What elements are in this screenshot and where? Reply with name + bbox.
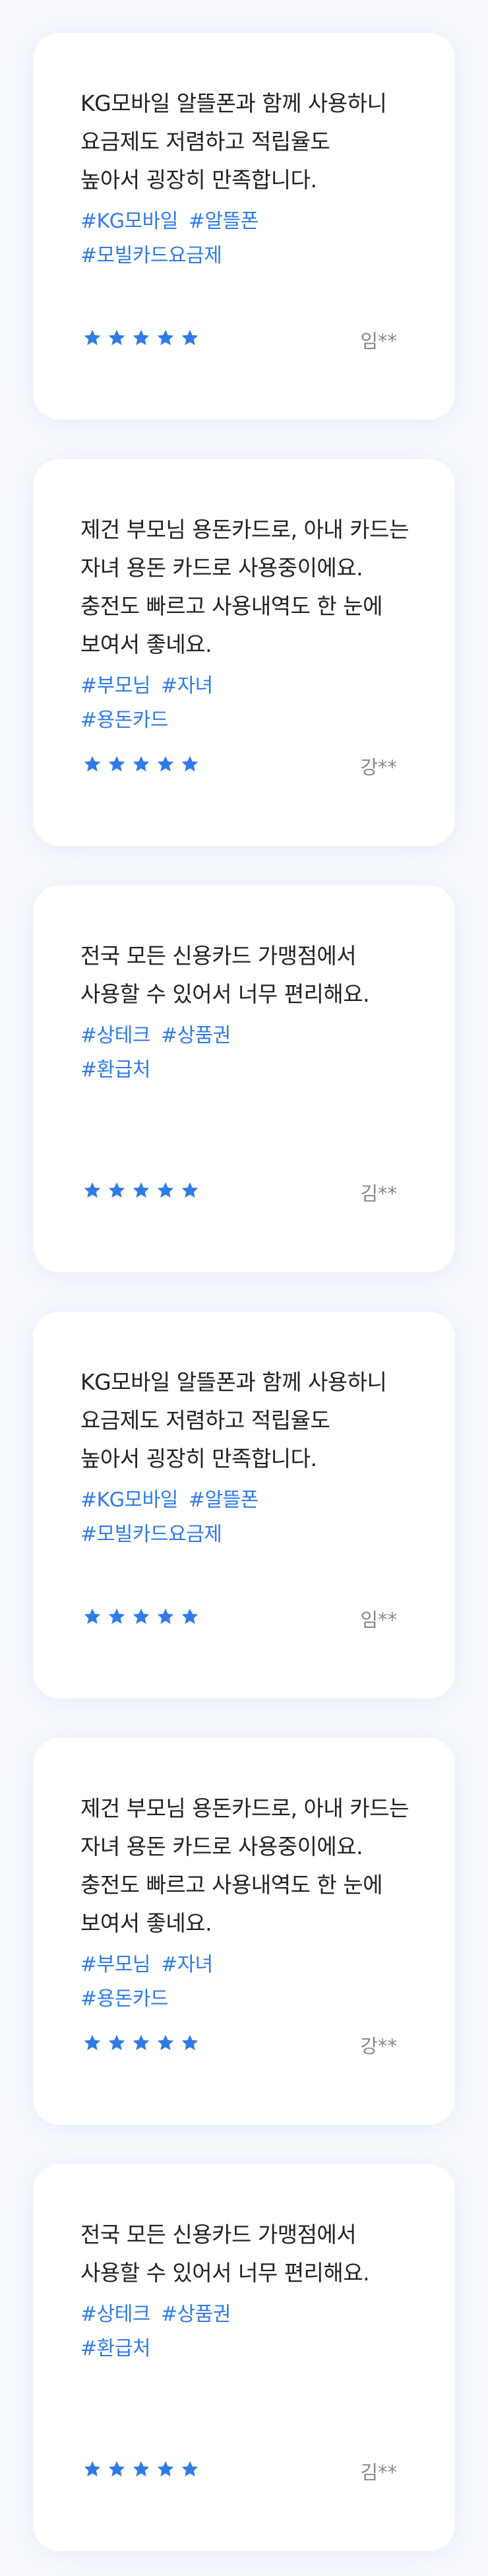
reviewer-name: 강**: [360, 756, 397, 779]
review-text-line: 사용할 수 있어서 너무 편리해요.: [80, 2260, 370, 2286]
hashtag-list: #상테크 #상품권 #환급처: [80, 2298, 298, 2366]
hashtag: #KG모바일: [80, 210, 178, 233]
hashtag: #모빌카드요금제: [80, 1523, 222, 1546]
star-icon: [133, 2034, 150, 2051]
review-card: 제건 부모님 용돈카드로, 아내 카드는자녀 용돈 카드로 사용중이에요. 충전도…: [33, 1738, 455, 2125]
review-card: 전국 모든 신용카드 가맹점에서 사용할 수 있어서 너무 편리해요. #상테크 #상…: [33, 2164, 455, 2551]
hashtag: #용돈카드: [80, 1987, 169, 2011]
star-icon: [84, 756, 101, 772]
hashtag: #상테크: [80, 2303, 150, 2326]
hashtag: #상품권: [160, 1024, 231, 1047]
review-text-line: 충전도 빠르고 사용내역도 한 눈에: [80, 593, 383, 619]
review-text-line: KG모바일 알뜰폰과 함께 사용하니: [80, 90, 387, 116]
star-icon: [181, 1182, 198, 1198]
review-text-line: 충전도 빠르고 사용내역도 한 눈에: [80, 1872, 383, 1898]
review-text-line: 보여서 좋네요.: [80, 631, 212, 657]
hashtag-list: #KG모바일 #알뜰폰 #모빌카드요금제: [80, 205, 298, 273]
reviewer-name: 임**: [360, 1609, 397, 1631]
star-icon: [133, 329, 150, 346]
review-text-line: 제건 부모님 용돈카드로, 아내 카드는: [80, 517, 409, 542]
star-icon: [157, 1608, 174, 1625]
star-rating: [83, 755, 199, 773]
star-icon: [84, 2034, 101, 2051]
hashtag: #자녀: [160, 1953, 213, 1976]
review-text-line: 자녀 용돈 카드로 사용중이에요.: [80, 1834, 363, 1859]
hashtag: #부모님: [80, 1953, 150, 1976]
hashtag: #자녀: [160, 674, 213, 697]
star-icon: [84, 2461, 101, 2477]
review-text-line: 전국 모든 신용카드 가맹점에서: [80, 943, 357, 969]
hashtag-list: #KG모바일 #알뜰폰 #모빌카드요금제: [80, 1483, 298, 1552]
review-text-line: 높아서 굉장히 만족합니다.: [80, 167, 317, 193]
review-card: KG모바일 알뜰폰과 함께 사용하니요금제도 저렴하고 적립율도높아서 굉장히 …: [33, 1312, 455, 1698]
hashtag: #부모님: [80, 674, 150, 697]
reviewer-name: 김**: [360, 1182, 397, 1205]
star-icon: [157, 1182, 174, 1198]
star-rating: [83, 2034, 199, 2052]
review-text-line: 높아서 굉장히 만족합니다.: [80, 1446, 317, 1471]
hashtag: #모빌카드요금제: [80, 244, 222, 267]
hashtag: #KG모바일: [80, 1489, 178, 1512]
hashtag-list: #부모님 #자녀 #용돈카드: [80, 1948, 298, 2016]
star-icon: [133, 2461, 150, 2477]
hashtag: #알뜰폰: [188, 210, 259, 233]
star-icon: [108, 329, 125, 346]
star-icon: [108, 2034, 125, 2051]
star-icon: [181, 1608, 198, 1625]
star-rating: [83, 1607, 199, 1626]
star-icon: [157, 329, 174, 346]
review-text-line: 제건 부모님 용돈카드로, 아내 카드는: [80, 1795, 409, 1821]
star-icon: [108, 1182, 125, 1198]
reviewer-name: 강**: [360, 2035, 397, 2057]
reviewer-name: 임**: [360, 330, 397, 352]
review-text-line: 보여서 좋네요.: [80, 1910, 212, 1936]
reviewer-name: 김**: [360, 2461, 397, 2484]
star-icon: [84, 329, 101, 346]
review-text: 제건 부모님 용돈카드로, 아내 카드는자녀 용돈 카드로 사용중이에요. 충전도…: [80, 511, 423, 738]
hashtag-list: #부모님 #자녀 #용돈카드: [80, 669, 298, 738]
review-text-line: 사용할 수 있어서 너무 편리해요.: [80, 981, 370, 1007]
hashtag-list: #상테크 #상품권 #환급처: [80, 1019, 298, 1087]
star-icon: [157, 756, 174, 772]
star-rating: [83, 2460, 199, 2478]
star-icon: [84, 1182, 101, 1198]
star-icon: [133, 1608, 150, 1625]
star-icon: [108, 2461, 125, 2477]
review-card: 전국 모든 신용카드 가맹점에서 사용할 수 있어서 너무 편리해요. #상테크 #상…: [33, 886, 455, 1272]
review-text: KG모바일 알뜰폰과 함께 사용하니요금제도 저렴하고 적립율도높아서 굉장히 …: [80, 84, 423, 273]
star-icon: [108, 756, 125, 772]
hashtag: #알뜰폰: [188, 1489, 259, 1512]
star-icon: [181, 2034, 198, 2051]
review-text-line: 자녀 용돈 카드로 사용중이에요.: [80, 555, 363, 581]
star-icon: [108, 1608, 125, 1625]
hashtag: #환급처: [80, 1058, 150, 1081]
review-card: KG모바일 알뜰폰과 함께 사용하니요금제도 저렴하고 적립율도높아서 굉장히 …: [33, 33, 455, 420]
review-text-line: KG모바일 알뜰폰과 함께 사용하니: [80, 1369, 387, 1395]
review-text: 전국 모든 신용카드 가맹점에서 사용할 수 있어서 너무 편리해요. #상테크 #상…: [80, 937, 423, 1087]
star-icon: [181, 329, 198, 346]
star-rating: [83, 1181, 199, 1200]
hashtag: #상품권: [160, 2303, 231, 2326]
star-icon: [157, 2461, 174, 2477]
review-text-line: 요금제도 저렴하고 적립율도: [80, 1407, 330, 1433]
review-text: 전국 모든 신용카드 가맹점에서 사용할 수 있어서 너무 편리해요. #상테크 #상…: [80, 2216, 423, 2366]
star-rating: [83, 329, 199, 347]
star-icon: [133, 1182, 150, 1198]
review-text-line: 전국 모든 신용카드 가맹점에서: [80, 2222, 357, 2247]
star-icon: [133, 756, 150, 772]
review-text-line: 요금제도 저렴하고 적립율도: [80, 129, 330, 154]
hashtag: #용돈카드: [80, 709, 169, 732]
star-icon: [181, 756, 198, 772]
star-icon: [157, 2034, 174, 2051]
hashtag: #상테크: [80, 1024, 150, 1047]
review-card: 제건 부모님 용돈카드로, 아내 카드는자녀 용돈 카드로 사용중이에요. 충전도…: [33, 459, 455, 846]
hashtag: #환급처: [80, 2337, 150, 2360]
star-icon: [84, 1608, 101, 1625]
star-icon: [181, 2461, 198, 2477]
review-text: KG모바일 알뜰폰과 함께 사용하니요금제도 저렴하고 적립율도높아서 굉장히 …: [80, 1363, 423, 1552]
review-text: 제건 부모님 용돈카드로, 아내 카드는자녀 용돈 카드로 사용중이에요. 충전도…: [80, 1789, 423, 2016]
